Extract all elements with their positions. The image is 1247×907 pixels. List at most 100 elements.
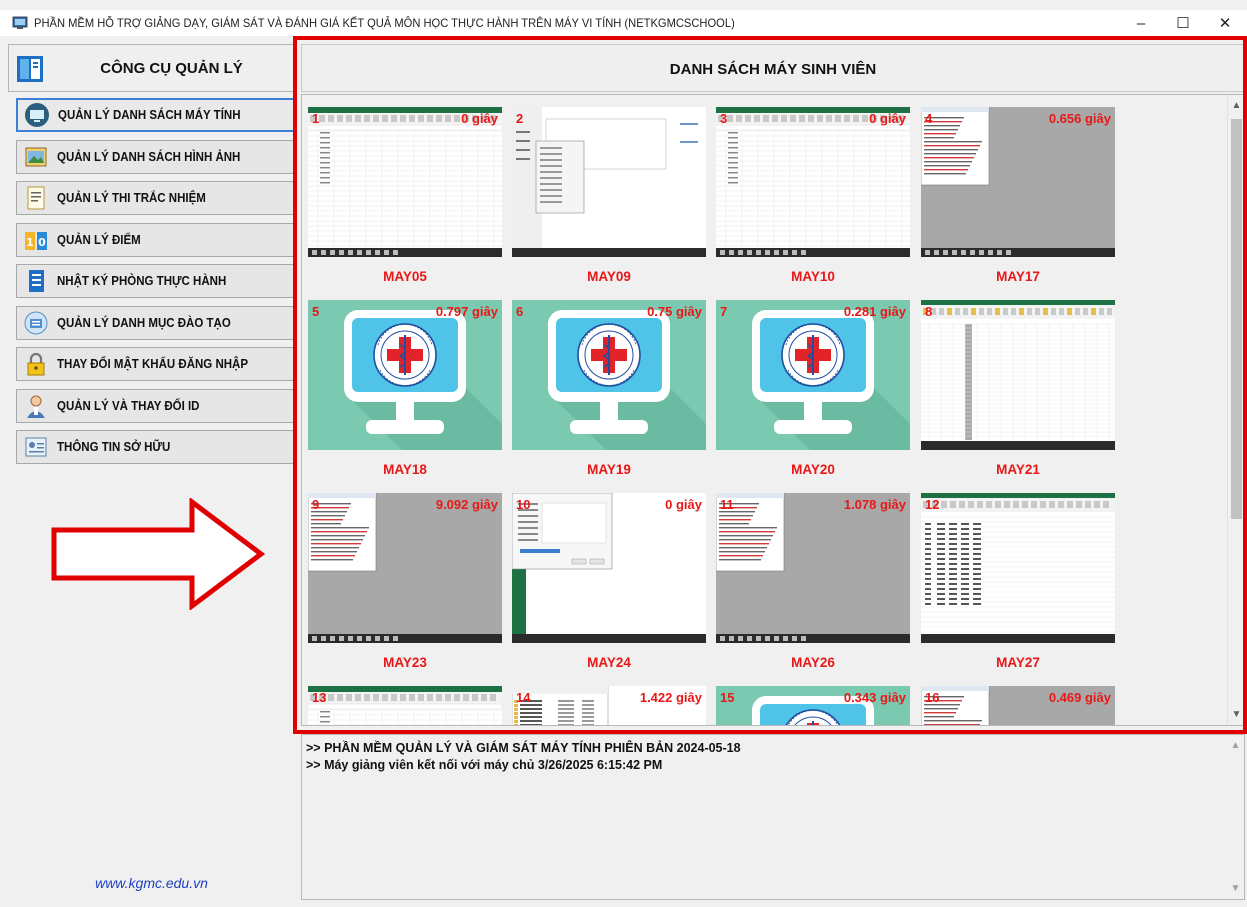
response-time: 0.469 giây [1048,690,1111,705]
student-machines-grid[interactable]: 1 0 giây MAY05 2 MAY09 3 0 giây MAY10 4 0.656 giâ… [301,94,1245,726]
machine-name-label[interactable]: MAY09 [512,269,706,284]
response-time: 0.343 giây [843,690,906,705]
left-panel-title: CÔNG CỤ QUẢN LÝ [100,60,243,77]
red-arrow-icon [51,498,265,610]
menu-item-training-catalog[interactable]: QUẢN LÝ DANH MỤC ĐÀO TẠO [16,306,296,340]
machine-thumbnail[interactable]: 6 0.75 giây [512,300,706,450]
machine-number: 11 [720,497,734,512]
machine-name-label[interactable]: MAY19 [512,462,706,477]
machine-number: 13 [312,690,327,705]
machine-thumbnail[interactable]: 10 0 giây [512,493,706,643]
scroll-up-icon[interactable]: ▲ [1228,97,1244,114]
machine-thumbnail[interactable]: 3 0 giây [716,107,910,257]
student-machines-header: DANH SÁCH MÁY SINH VIÊN [301,44,1245,92]
response-time: 1.422 giây [639,690,702,705]
machine-number: 3 [720,111,728,126]
machine-name-label[interactable]: MAY27 [921,655,1115,670]
log-panel: >> PHẦN MỀM QUẢN LÝ VÀ GIÁM SÁT MÁY TÍNH… [301,734,1245,900]
machine-thumbnail[interactable]: 7 0.281 giây [716,300,910,450]
minimize-button[interactable]: – [1121,10,1161,36]
svg-text:1: 1 [26,236,34,249]
machine-name-label[interactable]: MAY24 [512,655,706,670]
machine-thumbnail[interactable]: 4 0.656 giây [921,107,1115,257]
log-scrollbar[interactable]: ▲ ▼ [1227,735,1244,899]
scroll-thumb[interactable] [1231,119,1242,519]
quiz-icon [23,185,49,211]
menu-item-label: QUẢN LÝ ĐIỂM [57,233,141,247]
image-list-icon [23,144,49,170]
scroll-up-icon[interactable]: ▲ [1227,737,1244,754]
machine-number: 8 [925,304,933,319]
machine-name-label[interactable]: MAY05 [308,269,502,284]
machine-thumbnail[interactable]: 16 0.469 giây [921,686,1115,725]
machine-number: 7 [720,304,728,319]
machine-number: 10 [516,497,531,512]
menu-item-label: NHẬT KÝ PHÒNG THỰC HÀNH [57,274,227,288]
app-window: PHẦN MỀM HỖ TRỢ GIẢNG DẠY, GIÁM SÁT VÀ Đ… [0,0,1247,907]
management-tools-panel: CÔNG CỤ QUẢN LÝ QUẢN LÝ DANH SÁCH MÁY TÍ… [8,44,296,904]
menu-item-user-id[interactable]: QUẢN LÝ VÀ THAY ĐỔI ID [16,389,296,423]
response-time: 1.078 giây [843,497,906,512]
lock-icon [23,351,49,377]
menu-item-label: QUẢN LÝ VÀ THAY ĐỔI ID [57,399,200,413]
machine-number: 6 [516,304,524,319]
training-catalog-icon [23,310,49,336]
website-link[interactable]: www.kgmc.edu.vn [8,875,295,891]
machine-thumbnail[interactable]: 11 1.078 giây [716,493,910,643]
machine-thumbnail[interactable]: 12 [921,493,1115,643]
response-time: 0 giây [869,111,906,126]
machine-thumbnail[interactable]: 5 0.797 giây [308,300,502,450]
response-time: 0 giây [461,111,498,126]
machine-name-label[interactable]: MAY10 [716,269,910,284]
log-line: >> PHẦN MỀM QUẢN LÝ VÀ GIÁM SÁT MÁY TÍNH… [306,741,741,755]
machine-thumbnail[interactable]: 1 0 giây [308,107,502,257]
machine-number: 2 [516,111,524,126]
response-time: 0.656 giây [1048,111,1111,126]
machine-number: 4 [925,111,933,126]
machine-thumbnail[interactable]: 9 9.092 giây [308,493,502,643]
score-icon: 10 [23,227,49,253]
left-panel-header: CÔNG CỤ QUẢN LÝ [8,44,295,92]
app-icon [12,16,28,29]
menu-item-logbook[interactable]: NHẬT KÝ PHÒNG THỰC HÀNH [16,264,296,298]
machine-name-label[interactable]: MAY18 [308,462,502,477]
menu-item-score[interactable]: 1 0 QUẢN LÝ ĐIỂM [16,223,296,257]
user-id-icon [23,393,49,419]
machine-thumbnail[interactable]: 14 1.422 giây [512,686,706,725]
computer-list-icon [24,102,50,128]
menu-item-label: QUẢN LÝ DANH SÁCH MÁY TÍNH [58,108,241,122]
title-bar: PHẦN MỀM HỖ TRỢ GIẢNG DẠY, GIÁM SÁT VÀ Đ… [0,10,1247,36]
machine-number: 16 [925,690,940,705]
scroll-down-icon[interactable]: ▼ [1227,880,1244,897]
menu-item-label: QUẢN LÝ DANH MỤC ĐÀO TẠO [57,316,231,330]
close-button[interactable]: ✕ [1205,10,1245,36]
menu-item-lock[interactable]: THAY ĐỔI MẬT KHẨU ĐĂNG NHẬP [16,347,296,381]
tools-book-icon [17,56,43,82]
machine-thumbnail[interactable]: 8 [921,300,1115,450]
machine-name-label[interactable]: MAY20 [716,462,910,477]
menu-item-label: THÔNG TIN SỞ HỮU [57,440,171,454]
response-time: 9.092 giây [435,497,498,512]
maximize-button[interactable]: ☐ [1163,10,1203,36]
machine-thumbnail[interactable]: 13 [308,686,502,725]
machine-name-label[interactable]: MAY23 [308,655,502,670]
machine-name-label[interactable]: MAY26 [716,655,910,670]
menu-item-image-list[interactable]: QUẢN LÝ DANH SÁCH HÌNH ẢNH [16,140,296,174]
machine-number: 1 [312,111,320,126]
machine-name-label[interactable]: MAY17 [921,269,1115,284]
machine-name-label[interactable]: MAY21 [921,462,1115,477]
scroll-down-icon[interactable]: ▼ [1228,706,1244,723]
machine-thumbnail[interactable]: 15 0.343 giây [716,686,910,725]
response-time: 0.281 giây [843,304,906,319]
logbook-icon [23,268,49,294]
machine-number: 9 [312,497,320,512]
machine-thumbnail[interactable]: 2 [512,107,706,257]
menu-item-computer-list[interactable]: QUẢN LÝ DANH SÁCH MÁY TÍNH [16,98,296,132]
window-title: PHẦN MỀM HỖ TRỢ GIẢNG DẠY, GIÁM SÁT VÀ Đ… [34,16,735,30]
menu-item-ownership-info[interactable]: THÔNG TIN SỞ HỮU [16,430,296,464]
response-time: 0 giây [665,497,702,512]
grid-scrollbar[interactable]: ▲ ▼ [1227,95,1244,725]
menu-item-quiz[interactable]: QUẢN LÝ THI TRẮC NHIỆM [16,181,296,215]
machine-number: 5 [312,304,320,319]
svg-text:0: 0 [38,236,46,249]
